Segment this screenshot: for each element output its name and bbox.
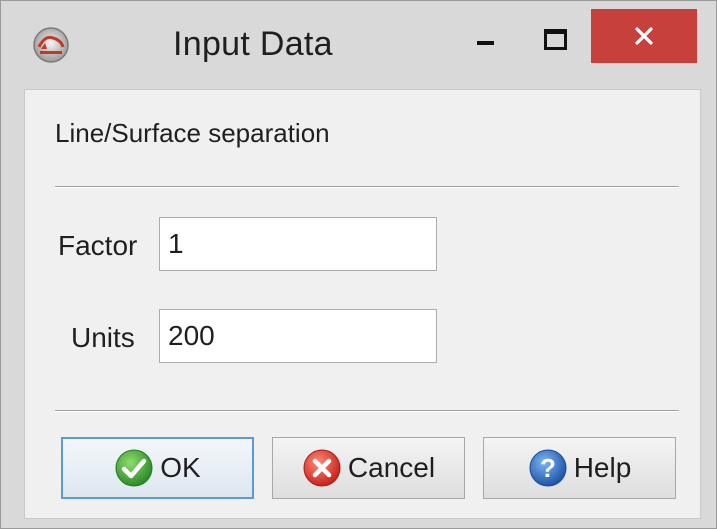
help-icon: ? bbox=[528, 448, 568, 488]
cancel-button-label: Cancel bbox=[347, 452, 436, 483]
factor-label: Factor bbox=[58, 230, 138, 261]
window-title: Input Data bbox=[173, 25, 333, 63]
title-bar[interactable]: Input Data bbox=[1, 1, 716, 87]
minimize-button[interactable] bbox=[453, 9, 519, 63]
divider bbox=[55, 410, 679, 412]
ok-button-label: OK bbox=[160, 452, 201, 483]
check-icon bbox=[114, 448, 154, 488]
dialog-content: Line/Surface separation Factor Units bbox=[24, 89, 701, 519]
cancel-button[interactable]: Cancel bbox=[272, 437, 465, 499]
units-input[interactable] bbox=[159, 309, 437, 363]
dialog-window: Input Data Line/Surface separation Facto… bbox=[0, 0, 717, 529]
help-button[interactable]: ? Help bbox=[483, 437, 676, 499]
close-icon bbox=[635, 27, 653, 45]
help-button-label: Help bbox=[573, 452, 632, 483]
factor-input[interactable] bbox=[159, 217, 437, 271]
cancel-icon bbox=[302, 448, 342, 488]
section-label: Line/Surface separation bbox=[55, 118, 330, 148]
divider bbox=[55, 186, 679, 188]
maximize-button[interactable] bbox=[521, 9, 587, 63]
svg-text:?: ? bbox=[540, 453, 556, 483]
app-logo-icon[interactable] bbox=[31, 25, 71, 65]
close-button[interactable] bbox=[591, 9, 697, 63]
ok-button[interactable]: OK bbox=[61, 437, 254, 499]
units-label: Units bbox=[71, 322, 135, 353]
